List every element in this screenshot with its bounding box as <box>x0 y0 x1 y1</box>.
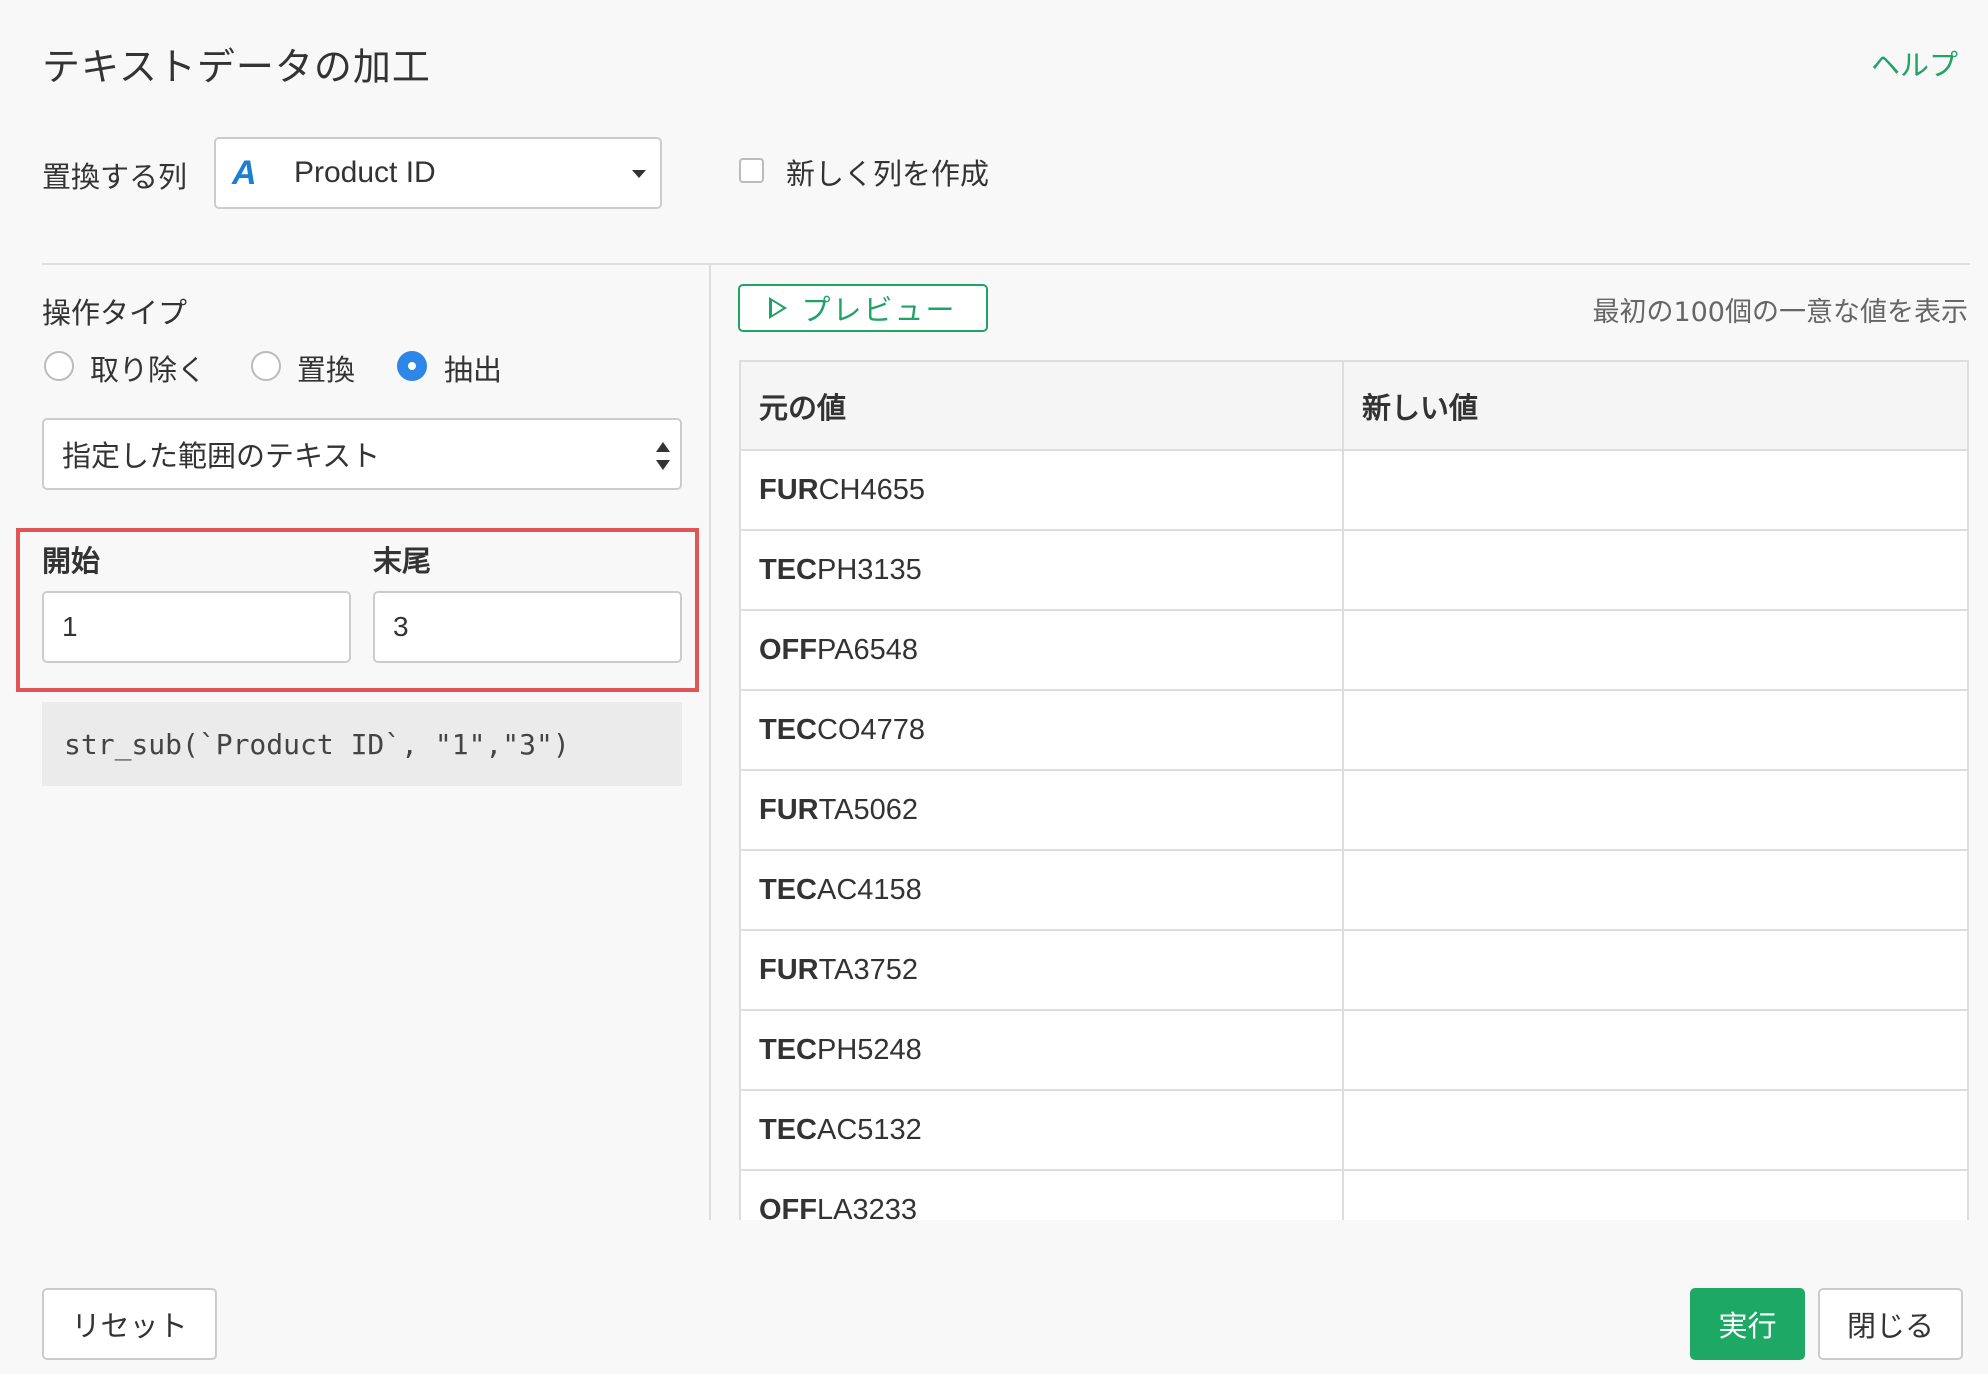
new-value-cell <box>1343 850 1967 931</box>
close-button[interactable]: 閉じる <box>1818 1288 1963 1360</box>
extracted-part: FUR <box>759 953 819 986</box>
table-row: OFFLA3233 <box>741 1170 1967 1220</box>
run-button[interactable]: 実行 <box>1690 1288 1805 1360</box>
table-header-row: 元の値 新しい値 <box>741 362 1967 451</box>
play-icon <box>769 297 788 319</box>
preview-table[interactable]: 元の値 新しい値 FURCH4655 TECPH3135 OFFPA6548 TECC… <box>739 360 1969 1220</box>
new-column-label: 新しく列を作成 <box>786 157 990 191</box>
original-value-cell: TECPH3135 <box>741 530 1344 611</box>
remaining-part: PH5248 <box>817 1033 922 1066</box>
table-row: TECPH3135 <box>741 530 1967 611</box>
end-label: 末尾 <box>373 544 432 578</box>
extracted-part: TEC <box>759 553 817 586</box>
remaining-part: CH4655 <box>818 473 926 506</box>
new-value-cell <box>1343 1170 1967 1220</box>
original-value-cell: OFFLA3233 <box>741 1170 1344 1221</box>
original-value-cell: TECCO4778 <box>741 690 1344 771</box>
table-row: OFFPA6548 <box>741 610 1967 691</box>
extracted-part: TEC <box>759 713 817 746</box>
column-select[interactable]: A Product ID <box>214 137 662 209</box>
updown-caret-icon <box>656 442 670 470</box>
pane-divider <box>709 265 711 1220</box>
radio-remove[interactable] <box>44 351 74 381</box>
new-value-cell <box>1343 450 1967 531</box>
chevron-down-icon <box>632 170 646 178</box>
extract-mode-value: 指定した範囲のテキスト <box>62 439 381 473</box>
new-column-checkbox[interactable] <box>739 158 764 183</box>
column-header-original: 元の値 <box>741 362 1344 451</box>
dialog-title: テキストデータの加工 <box>42 45 431 89</box>
table-row: FURCH4655 <box>741 450 1967 531</box>
original-value-cell: FURTA5062 <box>741 770 1344 851</box>
operation-type-label: 操作タイプ <box>42 296 188 330</box>
extract-mode-select[interactable]: 指定した範囲のテキスト <box>42 418 682 490</box>
radio-remove-label: 取り除く <box>90 353 207 387</box>
preview-note: 最初の100個の一意な値を表示 <box>1592 297 1968 328</box>
original-value-cell: TECAC4158 <box>741 850 1344 931</box>
section-divider <box>42 263 1970 265</box>
generated-code: str_sub(`Product ID`, "1","3") <box>42 702 682 786</box>
remaining-part: CO4778 <box>817 713 926 746</box>
remaining-part: AC5132 <box>817 1113 922 1146</box>
remaining-part: PA6548 <box>817 633 919 666</box>
extracted-part: TEC <box>759 873 817 906</box>
original-value-cell: TECAC5132 <box>741 1090 1344 1171</box>
start-label: 開始 <box>42 544 101 578</box>
radio-extract-label: 抽出 <box>444 353 503 387</box>
end-input[interactable]: 3 <box>373 591 682 663</box>
table-row: FURTA5062 <box>741 770 1967 851</box>
new-value-cell <box>1343 770 1967 851</box>
text-type-icon: A <box>232 153 257 192</box>
remaining-part: TA5062 <box>818 793 919 826</box>
remaining-part: TA3752 <box>818 953 919 986</box>
original-value-cell: OFFPA6548 <box>741 610 1344 691</box>
original-value-cell: FURCH4655 <box>741 450 1344 531</box>
preview-button[interactable]: プレビュー <box>738 284 988 332</box>
new-value-cell <box>1343 1090 1967 1171</box>
new-value-cell <box>1343 610 1967 691</box>
column-header-new: 新しい値 <box>1343 362 1967 451</box>
new-value-cell <box>1343 1010 1967 1091</box>
radio-extract[interactable] <box>397 351 427 381</box>
table-row: TECAC5132 <box>741 1090 1967 1171</box>
new-value-cell <box>1343 530 1967 611</box>
remaining-part: AC4158 <box>817 873 922 906</box>
remaining-part: LA3233 <box>817 1193 917 1221</box>
original-value-cell: FURTA3752 <box>741 930 1344 1011</box>
replace-column-label: 置換する列 <box>42 160 188 194</box>
radio-replace[interactable] <box>251 351 281 381</box>
extracted-part: OFF <box>759 1193 817 1221</box>
remaining-part: PH3135 <box>817 553 922 586</box>
preview-button-label: プレビュー <box>801 293 957 327</box>
table-row: FURTA3752 <box>741 930 1967 1011</box>
new-value-cell <box>1343 930 1967 1011</box>
table-row: TECAC4158 <box>741 850 1967 931</box>
reset-button[interactable]: リセット <box>42 1288 217 1360</box>
radio-replace-label: 置換 <box>297 353 356 387</box>
extracted-part: OFF <box>759 633 817 666</box>
table-row: TECCO4778 <box>741 690 1967 771</box>
original-value-cell: TECPH5248 <box>741 1010 1344 1091</box>
extracted-part: FUR <box>759 793 819 826</box>
table-row: TECPH5248 <box>741 1010 1967 1091</box>
extracted-part: TEC <box>759 1113 817 1146</box>
start-input[interactable]: 1 <box>42 591 351 663</box>
extracted-part: FUR <box>759 473 819 506</box>
new-value-cell <box>1343 690 1967 771</box>
extracted-part: TEC <box>759 1033 817 1066</box>
help-link[interactable]: ヘルプ <box>1871 42 1958 84</box>
column-select-value: Product ID <box>294 156 436 189</box>
